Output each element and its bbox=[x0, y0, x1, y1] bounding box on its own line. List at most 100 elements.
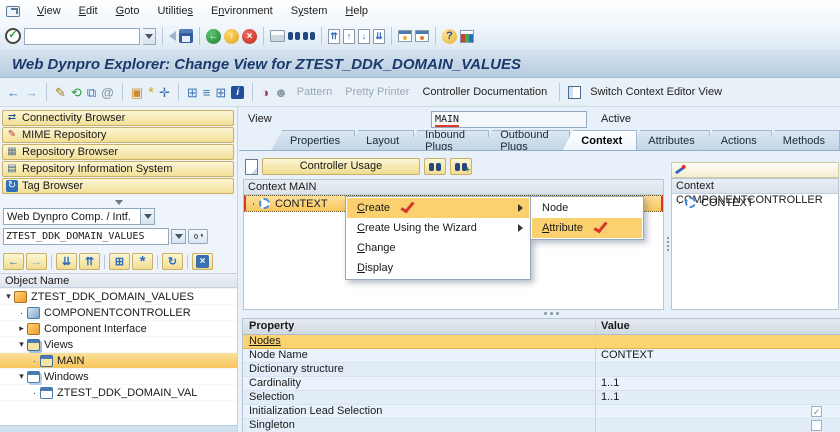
menu-help[interactable]: Help bbox=[336, 2, 377, 20]
user-check-icon[interactable]: ☻ bbox=[274, 85, 288, 100]
favorites-button[interactable]: * bbox=[132, 253, 153, 270]
print-icon[interactable] bbox=[270, 30, 285, 42]
controller-usage-button[interactable]: Controller Usage bbox=[262, 158, 420, 175]
view-name-field[interactable]: MAIN bbox=[431, 111, 587, 128]
property-cell[interactable]: Nodes bbox=[243, 335, 281, 347]
find-icon[interactable] bbox=[288, 32, 300, 40]
table-icon[interactable]: ⊞ bbox=[215, 85, 226, 100]
tree-item-main-selected[interactable]: · MAIN bbox=[0, 353, 237, 369]
list-icon[interactable]: ≡ bbox=[203, 85, 211, 100]
find-node-icon[interactable] bbox=[424, 158, 446, 175]
refresh-tree-button[interactable]: ↻ bbox=[162, 253, 183, 270]
menu-item-change[interactable]: Change bbox=[347, 238, 529, 258]
exit-icon[interactable]: ↑ bbox=[224, 29, 239, 44]
expander-icon[interactable]: ▸ bbox=[16, 323, 27, 334]
tag-browser-button[interactable]: ↻ Tag Browser bbox=[2, 178, 234, 194]
test-wand-icon[interactable]: * bbox=[148, 85, 154, 100]
tab-attributes[interactable]: Attributes bbox=[629, 130, 709, 151]
package-icon[interactable]: ▣ bbox=[131, 85, 143, 100]
menu-utilities[interactable]: Utilities bbox=[148, 2, 201, 20]
command-dropdown-icon[interactable] bbox=[143, 28, 156, 45]
menu-item-display[interactable]: Display bbox=[347, 258, 529, 278]
help-icon[interactable]: ? bbox=[442, 29, 457, 44]
copy-icon[interactable]: ⧉ bbox=[87, 85, 96, 100]
close-browser-button[interactable]: × bbox=[192, 253, 213, 270]
horizontal-splitter-grip-icon[interactable] bbox=[544, 312, 547, 315]
first-page-icon[interactable]: ⇈ bbox=[328, 29, 340, 44]
expander-icon[interactable]: ▾ bbox=[16, 339, 27, 350]
history-forward-button[interactable]: → bbox=[26, 253, 47, 270]
table-row-selection[interactable]: Selection 1..1 bbox=[243, 391, 840, 405]
menu-goto[interactable]: Goto bbox=[107, 2, 149, 20]
tree-item-component[interactable]: ▾ ZTEST_DDK_DOMAIN_VALUES bbox=[0, 289, 237, 305]
tree-item-component-interface[interactable]: ▸ Component Interface bbox=[0, 321, 237, 337]
table-row-dictionary-structure[interactable]: Dictionary structure bbox=[243, 363, 840, 377]
menu-item-attribute[interactable]: Attribute bbox=[532, 218, 642, 238]
menu-system[interactable]: System bbox=[282, 2, 337, 20]
menu-view[interactable]: View bbox=[28, 2, 70, 20]
tab-context[interactable]: Context bbox=[562, 130, 637, 151]
tree-item-componentcontroller[interactable]: · COMPONENTCONTROLLER bbox=[0, 305, 237, 321]
panel-collapse-icon[interactable] bbox=[115, 200, 123, 205]
customize-layout-icon[interactable] bbox=[460, 30, 474, 43]
tab-outbound-plugs[interactable]: Outbound Plugs bbox=[481, 130, 570, 151]
switch-context-editor-icon[interactable] bbox=[568, 86, 581, 99]
new-document-icon[interactable] bbox=[245, 159, 258, 175]
tab-properties[interactable]: Properties bbox=[271, 130, 355, 151]
info-icon[interactable]: i bbox=[231, 86, 244, 99]
tab-methods[interactable]: Methods bbox=[764, 130, 840, 151]
table-row-singleton[interactable]: Singleton bbox=[243, 419, 840, 432]
chevron-down-icon[interactable] bbox=[140, 209, 154, 224]
expander-icon[interactable]: ▾ bbox=[16, 371, 27, 382]
back-icon[interactable]: ← bbox=[206, 29, 221, 44]
panel-pin-icon[interactable] bbox=[675, 166, 684, 174]
table-row-nodes-group[interactable]: Nodes bbox=[243, 335, 840, 349]
enter-icon[interactable]: ✓ bbox=[5, 28, 21, 44]
move-icon[interactable]: ✛ bbox=[159, 85, 170, 100]
find-next-node-icon[interactable]: + bbox=[450, 158, 472, 175]
repository-browser-button[interactable]: ▦ Repository Browser bbox=[2, 144, 234, 160]
controller-documentation-button[interactable]: Controller Documentation bbox=[418, 86, 551, 98]
menu-edit[interactable]: Edit bbox=[70, 2, 107, 20]
object-dropdown-icon[interactable] bbox=[171, 229, 186, 244]
cancel-icon[interactable]: × bbox=[242, 29, 257, 44]
connectivity-browser-button[interactable]: ⇄ Connectivity Browser bbox=[2, 110, 234, 126]
last-page-icon[interactable]: ⇊ bbox=[373, 29, 385, 44]
switch-context-editor-button[interactable]: Switch Context Editor View bbox=[586, 86, 726, 98]
create-shortcut-icon[interactable] bbox=[415, 30, 429, 42]
display-change-icon[interactable]: ✎ bbox=[55, 85, 66, 100]
local-layout-icon[interactable] bbox=[169, 31, 176, 41]
table-row-cardinality[interactable]: Cardinality 1..1 bbox=[243, 377, 840, 391]
value-cell[interactable]: 1..1 bbox=[601, 391, 619, 404]
checkbox-unchecked[interactable] bbox=[811, 420, 822, 431]
scroll-up-button[interactable]: ⇈ bbox=[79, 253, 100, 270]
tree-item-views[interactable]: ▾ Views bbox=[0, 337, 237, 353]
forward-arrow-icon[interactable]: → bbox=[25, 85, 38, 100]
pattern-button[interactable]: Pattern bbox=[293, 86, 336, 98]
category-select[interactable]: Web Dynpro Comp. / Intf. bbox=[3, 208, 155, 225]
table-row-node-name[interactable]: Node Name CONTEXT bbox=[243, 349, 840, 363]
tree-item-windows[interactable]: ▾ Windows bbox=[0, 369, 237, 385]
next-page-icon[interactable]: ↓ bbox=[358, 29, 370, 44]
menu-item-node[interactable]: Node bbox=[532, 198, 642, 218]
tab-inbound-plugs[interactable]: Inbound Plugs bbox=[406, 130, 489, 151]
find-next-icon[interactable] bbox=[303, 32, 315, 40]
mime-repository-button[interactable]: ✎ MIME Repository bbox=[2, 127, 234, 143]
scroll-down-button[interactable]: ⇊ bbox=[56, 253, 77, 270]
pretty-printer-button[interactable]: Pretty Printer bbox=[341, 86, 413, 98]
back-arrow-icon[interactable]: ← bbox=[7, 85, 20, 100]
runtime-analysis-icon[interactable]: ◑ bbox=[261, 85, 269, 100]
tree-structure-button[interactable]: ⊞ bbox=[109, 253, 130, 270]
command-field[interactable] bbox=[24, 28, 140, 45]
tab-actions[interactable]: Actions bbox=[702, 130, 772, 151]
value-cell[interactable]: 1..1 bbox=[601, 377, 619, 390]
matchcode-icon[interactable] bbox=[188, 229, 208, 244]
save-icon[interactable] bbox=[179, 29, 193, 43]
value-cell[interactable]: CONTEXT bbox=[601, 349, 654, 362]
tree-item-window[interactable]: · ZTEST_DDK_DOMAIN_VAL bbox=[0, 385, 237, 401]
system-menu-icon[interactable] bbox=[6, 6, 20, 17]
new-session-icon[interactable] bbox=[398, 30, 412, 42]
menu-item-create[interactable]: Create bbox=[347, 198, 529, 218]
menu-environment[interactable]: Environment bbox=[202, 2, 282, 20]
menu-item-create-using-wizard[interactable]: Create Using the Wizard bbox=[347, 218, 529, 238]
